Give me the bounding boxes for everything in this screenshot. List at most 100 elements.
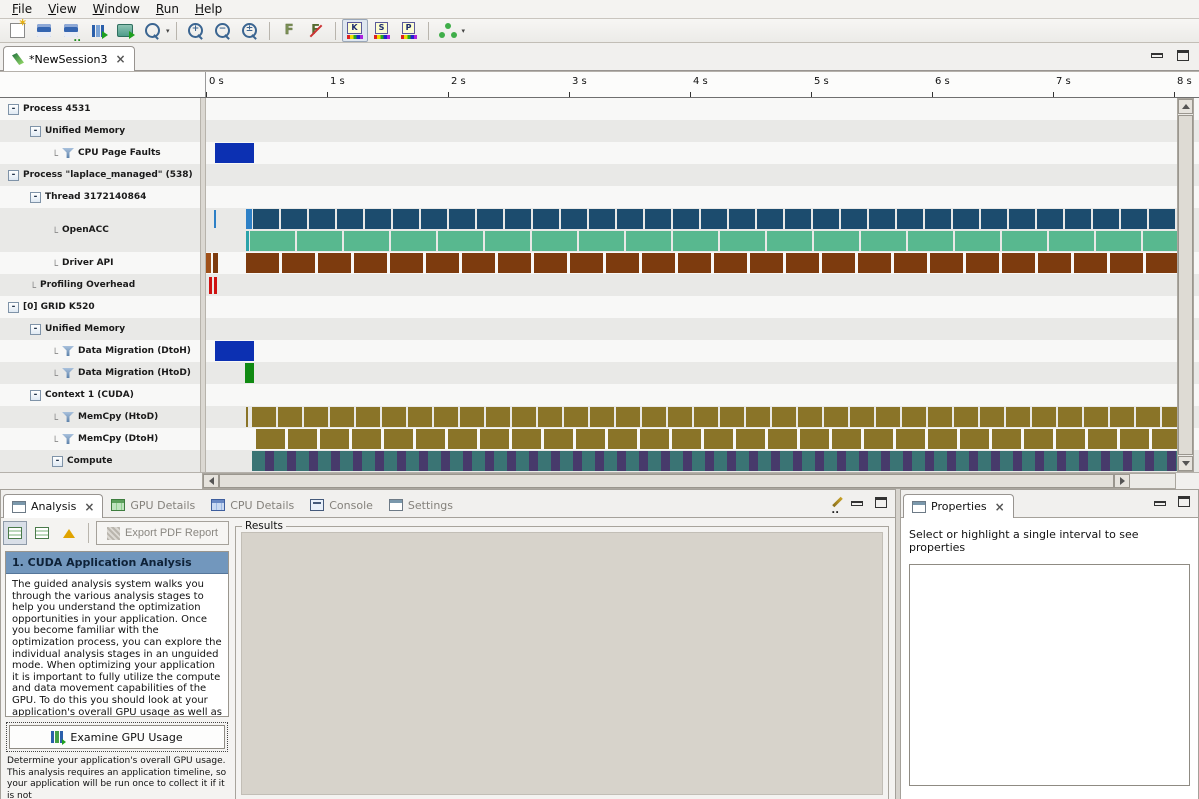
view-menu-icon[interactable]: [832, 497, 843, 508]
timeline-bar[interactable]: [215, 341, 254, 361]
zoom-in-button[interactable]: [183, 19, 209, 42]
run-summary-button[interactable]: [112, 19, 138, 42]
properties-minimize-icon[interactable]: [1154, 501, 1166, 506]
back-up-button[interactable]: [57, 521, 81, 545]
timeline-bar[interactable]: [246, 253, 1193, 273]
new-session-button[interactable]: [4, 19, 30, 42]
vertical-scrollbar[interactable]: [1177, 98, 1194, 472]
collapse-icon[interactable]: [8, 170, 19, 181]
maximize-icon[interactable]: [1177, 50, 1189, 61]
properties-maximize-icon[interactable]: [1178, 496, 1190, 507]
zoom-mode-button[interactable]: [139, 19, 165, 42]
scroll-up-button[interactable]: [1178, 99, 1193, 114]
tree-row-unified-memory[interactable]: Unified Memory: [0, 120, 200, 142]
tree-row-memcpy-htod[interactable]: MemCpy (HtoD): [0, 406, 200, 428]
guided-analysis-button[interactable]: [3, 521, 27, 545]
panel-maximize-icon[interactable]: [875, 497, 887, 508]
timeline-bar[interactable]: [215, 143, 254, 163]
filter-icon[interactable]: [62, 412, 74, 422]
scroll-right-button[interactable]: [1114, 474, 1130, 488]
tree-row-driver-api[interactable]: Driver API: [0, 252, 200, 274]
dropdown-arrow-icon[interactable]: ▾: [166, 27, 170, 35]
close-tab-icon[interactable]: ×: [84, 500, 94, 514]
tree-row-data-migration-htod[interactable]: Data Migration (HtoD): [0, 362, 200, 384]
timeline-bar[interactable]: [246, 231, 249, 251]
menu-run[interactable]: Run: [148, 0, 187, 18]
collapse-icon[interactable]: [30, 126, 41, 137]
filter-icon[interactable]: [62, 148, 74, 158]
timeline-bar[interactable]: [252, 451, 1193, 471]
scroll-down-button[interactable]: [1178, 456, 1193, 471]
filter-icon[interactable]: [62, 346, 74, 356]
timeline-bar[interactable]: [253, 209, 1193, 229]
tab-properties[interactable]: Properties ×: [903, 494, 1014, 518]
timeline-bar[interactable]: [206, 253, 211, 273]
filter-icon[interactable]: [62, 434, 74, 444]
unguided-analysis-button[interactable]: [30, 521, 54, 545]
timeline-bar[interactable]: [252, 407, 1193, 427]
horizontal-scrollbar[interactable]: [202, 473, 1176, 489]
close-properties-icon[interactable]: ×: [995, 500, 1005, 514]
filter-icon[interactable]: [62, 368, 74, 378]
tree-row-compute[interactable]: Compute: [0, 450, 200, 472]
ruler-label: 4 s: [693, 76, 708, 87]
collapse-icon[interactable]: [8, 302, 19, 313]
panel-minimize-icon[interactable]: [851, 501, 863, 506]
collapse-icon[interactable]: [52, 456, 63, 467]
export-pdf-report-button[interactable]: Export PDF Report: [96, 521, 229, 545]
timeline-bar[interactable]: [213, 253, 218, 273]
tab-cpu-details[interactable]: CPU Details: [203, 493, 302, 517]
tree-row-process-4531[interactable]: Process 4531: [0, 98, 200, 120]
dropdown-arrow-icon[interactable]: ▾: [462, 27, 466, 35]
timeline-bar[interactable]: [246, 407, 248, 427]
tree-row-0-grid-k520[interactable]: [0] GRID K520: [0, 296, 200, 318]
marker-button[interactable]: [276, 19, 302, 42]
zoom-out-button[interactable]: [210, 19, 236, 42]
tree-row-profiling-overhead[interactable]: Profiling Overhead: [0, 274, 200, 296]
menu-view[interactable]: View: [40, 0, 84, 18]
timeline-bar[interactable]: [250, 231, 1193, 251]
tree-row-cpu-page-faults[interactable]: CPU Page Faults: [0, 142, 200, 164]
tree-row-context-1-cuda[interactable]: Context 1 (CUDA): [0, 384, 200, 406]
tree-row-openacc[interactable]: OpenACC: [0, 208, 200, 252]
menu-help[interactable]: Help: [187, 0, 230, 18]
vertical-scroll-thumb[interactable]: [1178, 115, 1193, 455]
timeline-bar[interactable]: [214, 210, 216, 228]
topology-button[interactable]: [435, 19, 461, 42]
save-all-button[interactable]: [58, 19, 84, 42]
menu-file[interactable]: File: [4, 0, 40, 18]
zoom-fit-button[interactable]: [237, 19, 263, 42]
collapse-icon[interactable]: [8, 104, 19, 115]
tab-settings[interactable]: Settings: [381, 493, 461, 517]
tab-console[interactable]: Console: [302, 493, 381, 517]
timeline-bar[interactable]: [245, 363, 254, 383]
tab-analysis[interactable]: Analysis×: [3, 494, 103, 518]
stream-colors-button[interactable]: S: [369, 19, 395, 42]
tree-row-thread-3172140864[interactable]: Thread 3172140864: [0, 186, 200, 208]
collapse-icon[interactable]: [30, 324, 41, 335]
save-button[interactable]: [31, 19, 57, 42]
collapse-icon[interactable]: [30, 390, 41, 401]
process-colors-button[interactable]: P: [396, 19, 422, 42]
timeline-bar[interactable]: [209, 277, 212, 294]
marker-clear-button[interactable]: [303, 19, 329, 42]
tab-gpu-details[interactable]: GPU Details: [103, 493, 203, 517]
timeline-bar[interactable]: [214, 277, 217, 294]
menu-window[interactable]: Window: [85, 0, 148, 18]
minimize-icon[interactable]: [1151, 53, 1163, 58]
tree-row-data-migration-dtoh[interactable]: Data Migration (DtoH): [0, 340, 200, 362]
examine-gpu-usage-button[interactable]: Examine GPU Usage: [9, 725, 225, 749]
timeline-bar[interactable]: [256, 429, 1193, 449]
scroll-left-button[interactable]: [203, 474, 219, 488]
tab-session[interactable]: *NewSession3 ×: [3, 46, 135, 71]
timeline-bar[interactable]: [246, 209, 252, 229]
tree-row-unified-memory[interactable]: Unified Memory: [0, 318, 200, 340]
horizontal-scroll-thumb[interactable]: [219, 474, 1114, 488]
close-tab-icon[interactable]: ×: [115, 52, 125, 66]
time-ruler[interactable]: 0 s1 s2 s3 s4 s5 s6 s7 s8 s: [206, 72, 1199, 97]
tree-row-process-laplace-managed-538[interactable]: Process "laplace_managed" (538): [0, 164, 200, 186]
kernel-colors-button[interactable]: K: [342, 19, 368, 42]
tree-row-memcpy-dtoh[interactable]: MemCpy (DtoH): [0, 428, 200, 450]
collapse-icon[interactable]: [30, 192, 41, 203]
profile-app-button[interactable]: [85, 19, 111, 42]
